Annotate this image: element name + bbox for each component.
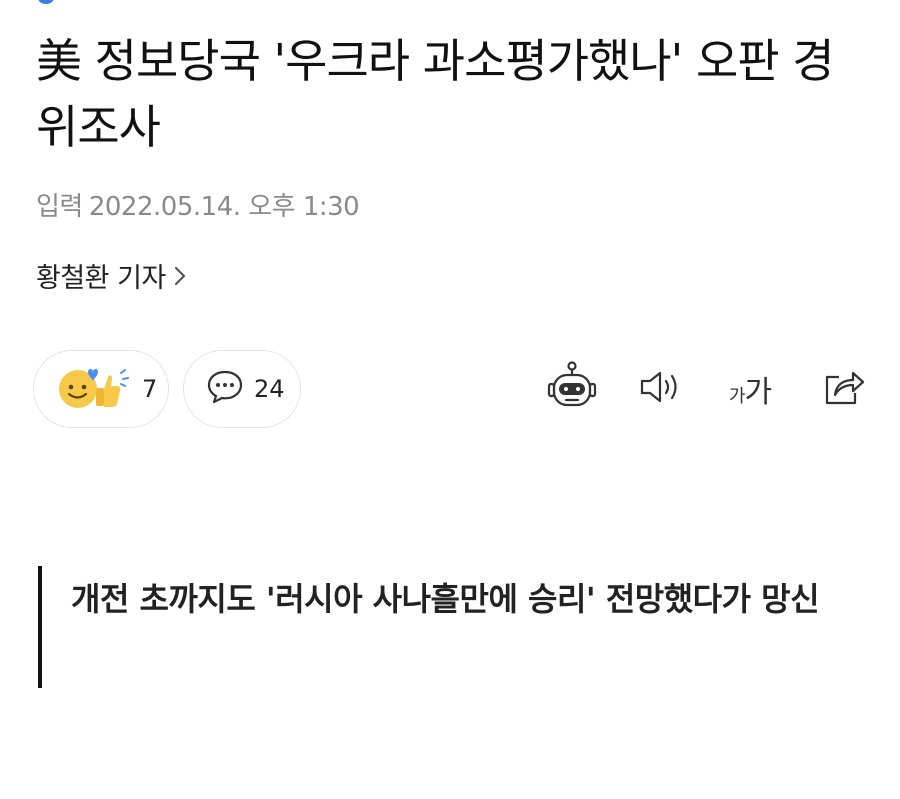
app-accent-dot (38, 0, 54, 4)
reaction-count: 7 (142, 375, 158, 403)
comment-button[interactable]: 24 (183, 350, 301, 428)
published-label: 입력 (36, 192, 83, 222)
article-meta: 입력 2022.05.14. 오후 1:30 (36, 186, 360, 223)
font-size-icon: 가가 (728, 367, 772, 411)
comment-count: 24 (254, 375, 285, 403)
subheading-text: 개전 초까지도 '러시아 사나흘만에 승리' 전망했다가 망신 (71, 580, 820, 618)
reporter-link[interactable]: 황철환 기자 (36, 256, 186, 295)
text-to-speech-button[interactable] (636, 360, 686, 418)
speech-bubble-icon (206, 369, 244, 409)
font-size-small-glyph: 가 (728, 386, 746, 407)
reaction-button[interactable]: 7 (33, 350, 169, 428)
reporter-name: 황철환 기자 (36, 263, 166, 294)
chevron-right-icon (174, 266, 186, 286)
font-size-large-glyph: 가 (744, 375, 772, 410)
speaker-icon (638, 369, 684, 409)
robot-icon (547, 361, 597, 417)
share-icon (821, 367, 865, 411)
smiley-thumbs-up-icon (56, 364, 132, 414)
article-headline: 美 정보당국 '우크라 과소평가했나' 오판 경위조사 (36, 34, 835, 154)
font-size-button[interactable]: 가가 (722, 360, 778, 418)
summary-bot-button[interactable] (546, 360, 598, 418)
article-subheading: 개전 초까지도 '러시아 사나흘만에 승리' 전망했다가 망신 (38, 566, 858, 688)
share-button[interactable] (818, 360, 868, 418)
published-datetime: 2022.05.14. 오후 1:30 (88, 192, 360, 222)
